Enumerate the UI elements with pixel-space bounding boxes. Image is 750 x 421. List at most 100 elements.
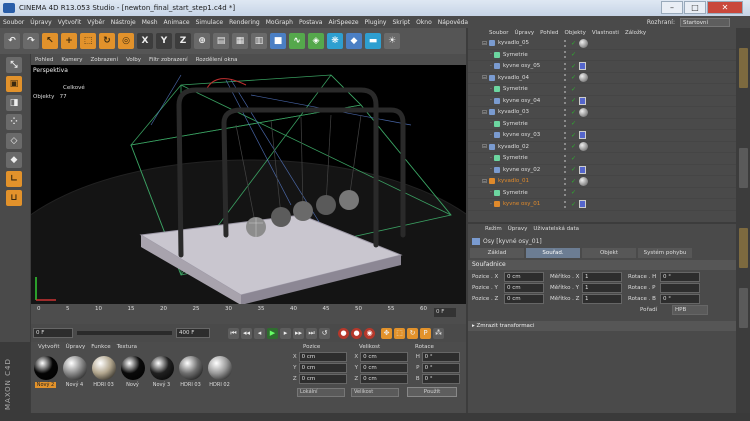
points-mode-icon[interactable]: ⁘ — [6, 114, 22, 130]
object-tree-row[interactable]: · kyvne osy_02 ✓ — [468, 165, 736, 176]
attributes-side-tab[interactable] — [739, 228, 748, 268]
key-rotation-icon[interactable]: ↻ — [407, 327, 418, 339]
next-frame-icon[interactable]: ▸ — [280, 327, 291, 339]
y-axis-lock-icon[interactable]: Y — [156, 33, 172, 49]
attr-rotation-field[interactable]: 0 ° — [660, 272, 700, 282]
attr-menu-user-data[interactable]: Uživatelská data — [530, 226, 582, 232]
coords-position-field[interactable]: 0 cm — [298, 374, 347, 384]
menu-vytvorit[interactable]: Vytvořit — [55, 19, 85, 26]
make-editable-icon[interactable]: ⤡ — [6, 57, 22, 73]
z-axis-lock-icon[interactable]: Z — [175, 33, 191, 49]
key-position-icon[interactable]: ✥ — [381, 327, 392, 339]
menu-skript[interactable]: Skript — [389, 19, 413, 26]
autokey-icon[interactable]: ● — [351, 327, 362, 339]
prev-frame-icon[interactable]: ◂ — [254, 327, 265, 339]
material-swatch[interactable]: Nový 2 — [33, 356, 58, 388]
object-name[interactable]: kyvadlo_05 — [498, 40, 529, 46]
enabled-check-icon[interactable]: ✓ — [571, 189, 576, 196]
visibility-dots-icon[interactable] — [564, 97, 567, 105]
menu-soubor[interactable]: Soubor — [0, 19, 27, 26]
material-tag-icon[interactable] — [579, 142, 588, 152]
visibility-dots-icon[interactable] — [564, 200, 567, 208]
attr-rotation-field[interactable]: 0 ° — [660, 294, 700, 304]
tab-system-pohybu[interactable]: Systém pohybu — [638, 248, 692, 258]
key-pla-icon[interactable]: ⁂ — [433, 327, 444, 339]
mat-menu-upravy[interactable]: Úpravy — [63, 344, 89, 350]
object-name[interactable]: kyvadlo_02 — [498, 144, 529, 150]
attr-position-field[interactable]: 0 cm — [504, 283, 544, 293]
enabled-check-icon[interactable]: ✓ — [571, 201, 576, 208]
layers-side-tab[interactable] — [739, 288, 748, 328]
vp-menu-rozdeleni[interactable]: Rozdělení okna — [192, 57, 242, 63]
menu-vyber[interactable]: Výběr — [84, 19, 107, 26]
menu-okno[interactable]: Okno — [413, 19, 435, 26]
object-tree-row[interactable]: · Symetrie ✓ — [468, 188, 736, 199]
object-tree-row[interactable]: · kyvne osy_01 ✓ — [468, 199, 736, 211]
mat-menu-textura[interactable]: Textura — [114, 344, 140, 350]
move-tool-icon[interactable]: + — [61, 33, 77, 49]
visibility-dots-icon[interactable] — [564, 51, 567, 59]
redo-icon[interactable]: ↷ — [23, 33, 39, 49]
coords-apply-button[interactable]: Použít — [407, 387, 457, 397]
coords-position-field[interactable]: 0 cm — [298, 363, 347, 373]
object-tree-row[interactable]: · Symetrie ✓ — [468, 84, 736, 96]
attr-position-field[interactable]: 0 cm — [504, 272, 544, 282]
collapse-icon[interactable]: ⊟ — [482, 178, 487, 185]
menu-nastroje[interactable]: Nástroje — [108, 19, 139, 26]
menu-airspeeze[interactable]: AirSpeeze — [325, 19, 361, 26]
visibility-dots-icon[interactable] — [564, 108, 567, 116]
attr-rotation-field[interactable] — [660, 283, 700, 293]
material-swatch[interactable]: HDRI 02 — [207, 356, 232, 388]
object-name[interactable]: kyvne osy_04 — [503, 98, 540, 104]
object-name[interactable]: Symetrie — [503, 190, 528, 196]
key-parameter-icon[interactable]: P — [420, 327, 431, 339]
attr-menu-rezim[interactable]: Režim — [482, 226, 505, 232]
render-view-icon[interactable]: ▤ — [213, 33, 229, 49]
tab-souradnice[interactable]: Souřad. — [526, 248, 580, 258]
render-picture-viewer-icon[interactable]: ▦ — [232, 33, 248, 49]
coords-rotation-field[interactable]: 0 ° — [421, 352, 460, 362]
enabled-check-icon[interactable]: ✓ — [571, 40, 576, 47]
texture-mode-icon[interactable]: ◨ — [6, 95, 22, 111]
minimize-button[interactable]: – — [661, 1, 683, 14]
objects-side-tab[interactable] — [739, 48, 748, 88]
visibility-dots-icon[interactable] — [564, 74, 567, 82]
obj-menu-vlastnosti[interactable]: Vlastnosti — [589, 30, 622, 36]
prev-key-icon[interactable]: ◂◂ — [241, 327, 252, 339]
coords-rotation-field[interactable]: 0 ° — [421, 363, 460, 373]
polygons-mode-icon[interactable]: ◆ — [6, 152, 22, 168]
object-tree-row[interactable]: ⊟ kyvadlo_05 ✓ — [468, 38, 736, 50]
axis-mode-icon[interactable]: ∟ — [6, 171, 22, 187]
rotation-order-dropdown[interactable]: HPB — [672, 305, 708, 315]
obj-menu-zalozky[interactable]: Záložky — [622, 30, 649, 36]
nurbs-icon[interactable]: ◈ — [308, 33, 324, 49]
texture-tag-icon[interactable] — [579, 131, 586, 140]
enabled-check-icon[interactable]: ✓ — [571, 63, 576, 70]
enabled-check-icon[interactable]: ✓ — [571, 132, 576, 139]
visibility-dots-icon[interactable] — [564, 177, 567, 185]
maximize-button[interactable]: □ — [684, 1, 706, 14]
coords-size-field[interactable]: 0 cm — [360, 374, 408, 384]
coords-mode-dropdown[interactable]: Lokální — [297, 387, 345, 397]
material-tag-icon[interactable] — [579, 176, 588, 186]
menu-animace[interactable]: Animace — [161, 19, 193, 26]
texture-tag-icon[interactable] — [579, 200, 586, 209]
enabled-check-icon[interactable]: ✓ — [571, 86, 576, 93]
loop-icon[interactable]: ↺ — [319, 327, 330, 339]
object-name[interactable]: kyvne osy_05 — [503, 63, 540, 69]
attr-scale-field[interactable]: 1 — [582, 272, 622, 282]
material-swatch[interactable]: HDRI 03 — [91, 356, 116, 388]
object-tree-row[interactable]: ⊟ kyvadlo_03 ✓ — [468, 107, 736, 119]
deformer-icon[interactable]: ◆ — [346, 33, 362, 49]
coords-rotation-field[interactable]: 0 ° — [421, 374, 460, 384]
enabled-check-icon[interactable]: ✓ — [571, 51, 576, 58]
object-name[interactable]: Symetrie — [503, 121, 528, 127]
menu-simulace[interactable]: Simulace — [193, 19, 226, 26]
object-name[interactable]: kyvne osy_03 — [503, 132, 540, 138]
menu-napoveda[interactable]: Nápověda — [435, 19, 471, 26]
freeze-transform-section[interactable]: ▸ Zmrazit transformaci — [468, 321, 736, 331]
tab-objekt[interactable]: Objekt — [582, 248, 636, 258]
object-tree-row[interactable]: ⊟ kyvadlo_01 ✓ — [468, 176, 736, 188]
model-mode-icon[interactable]: ▣ — [6, 76, 22, 92]
menu-postava[interactable]: Postava — [296, 19, 325, 26]
